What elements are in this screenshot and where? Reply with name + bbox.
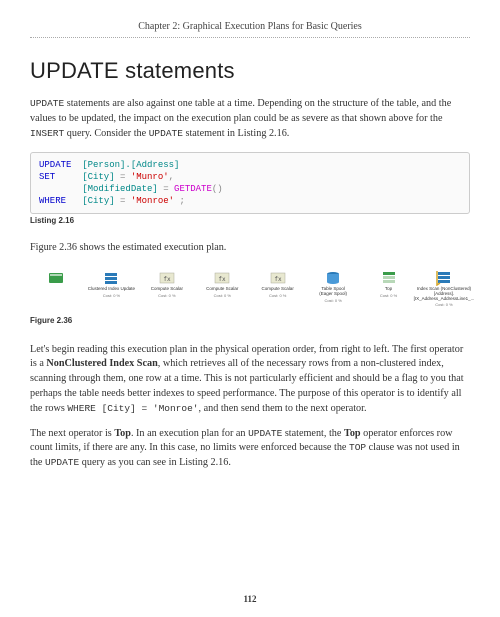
sql-string: 'Monroe': [125, 196, 174, 206]
chapter-header: Chapter 2: Graphical Execution Plans for…: [30, 20, 470, 38]
paragraph-3: Let's begin reading this execution plan …: [30, 343, 470, 417]
sql-keyword: SET: [39, 172, 55, 182]
operator-label: Compute Scalar: [206, 287, 238, 292]
operator-label: Compute Scalar: [262, 287, 294, 292]
inline-code: INSERT: [30, 128, 64, 139]
spool-icon: [325, 270, 341, 286]
operator-cost: Cost: 0 %: [214, 293, 231, 298]
sql-keyword: UPDATE: [39, 160, 71, 170]
sql-identifier: [Person].[Address]: [71, 160, 179, 170]
compute-icon: fx: [214, 270, 230, 286]
inline-code: UPDATE: [248, 428, 282, 439]
plan-operator: Table Spool (Eager Spool)Cost: 0 %: [307, 270, 359, 303]
top-icon: [381, 270, 397, 286]
plan-operator: [30, 270, 82, 287]
text: statement in Listing 2.16.: [183, 128, 289, 139]
svg-text:fx: fx: [274, 276, 282, 283]
sql-identifier: [City]: [66, 196, 120, 206]
term: Top: [344, 428, 361, 439]
sql-identifier: [ModifiedDate]: [39, 184, 163, 194]
text: statements are also against one table at…: [30, 98, 451, 124]
update-icon: [103, 270, 119, 286]
sql-string: 'Munro': [125, 172, 168, 182]
text: The next operator is: [30, 428, 114, 439]
sql-operator: ;: [174, 196, 185, 206]
operator-label: Compute Scalar: [151, 287, 183, 292]
text: statement, the: [282, 428, 344, 439]
inline-code: TOP: [349, 442, 366, 453]
sql-identifier: [City]: [55, 172, 120, 182]
operator-cost: Cost: 0 %: [158, 293, 175, 298]
operator-label: Clustered Index Update: [88, 287, 135, 292]
svg-text:fx: fx: [163, 276, 171, 283]
compute-icon: fx: [270, 270, 286, 286]
text: , and then send them to the next operato…: [198, 403, 366, 414]
scan-icon: [436, 270, 452, 286]
section-title: UPDATE statements: [30, 56, 470, 86]
term: NonClustered Index Scan: [46, 358, 157, 369]
sql-function: GETDATE: [169, 184, 212, 194]
operator-label: Index Scan (NonClustered) [Address].[IX_…: [414, 287, 475, 302]
execution-plan-figure: Clustered Index UpdateCost: 0 %fxCompute…: [30, 266, 470, 312]
paragraph-2: Figure 2.36 shows the estimated executio…: [30, 241, 470, 256]
operator-cost: Cost: 0 %: [380, 293, 397, 298]
listing-caption: Listing 2.16: [30, 216, 470, 227]
operator-cost: Cost: 0 %: [324, 298, 341, 303]
operator-label: Table Spool (Eager Spool): [319, 287, 347, 297]
inline-code: UPDATE: [149, 128, 183, 139]
svg-text:fx: fx: [219, 276, 227, 283]
sql-operator: ,: [169, 172, 174, 182]
inline-code: UPDATE: [45, 457, 79, 468]
plan-operator: Clustered Index UpdateCost: 0 %: [85, 270, 137, 298]
inline-code: WHERE [City] = 'Monroe': [67, 403, 198, 414]
plan-operator: fx Compute ScalarCost: 0 %: [252, 270, 304, 298]
sql-operator: (): [212, 184, 223, 194]
plan-operator: Index Scan (NonClustered) [Address].[IX_…: [418, 270, 470, 308]
plan-operator: fx Compute ScalarCost: 0 %: [141, 270, 193, 298]
operator-cost: Cost: 0 %: [435, 302, 452, 307]
plan-operator: TopCost: 0 %: [363, 270, 415, 298]
plan-operator: fx Compute ScalarCost: 0 %: [196, 270, 248, 298]
page-number: 112: [0, 593, 500, 605]
text: . In an execution plan for an: [131, 428, 248, 439]
operator-label: Top: [385, 287, 392, 292]
paragraph-1: UPDATE statements are also against one t…: [30, 97, 470, 141]
term: Top: [114, 428, 131, 439]
compute-icon: fx: [159, 270, 175, 286]
figure-caption: Figure 2.36: [30, 316, 470, 327]
text: query. Consider the: [64, 128, 149, 139]
sql-keyword: WHERE: [39, 196, 66, 206]
text: query as you can see in Listing 2.16.: [79, 457, 231, 468]
operator-cost: Cost: 0 %: [269, 293, 286, 298]
inline-code: UPDATE: [30, 98, 64, 109]
tsql-icon: [48, 270, 64, 286]
operator-cost: Cost: 0 %: [103, 293, 120, 298]
paragraph-4: The next operator is Top. In an executio…: [30, 427, 470, 471]
code-block: UPDATE [Person].[Address] SET [City] = '…: [30, 152, 470, 215]
